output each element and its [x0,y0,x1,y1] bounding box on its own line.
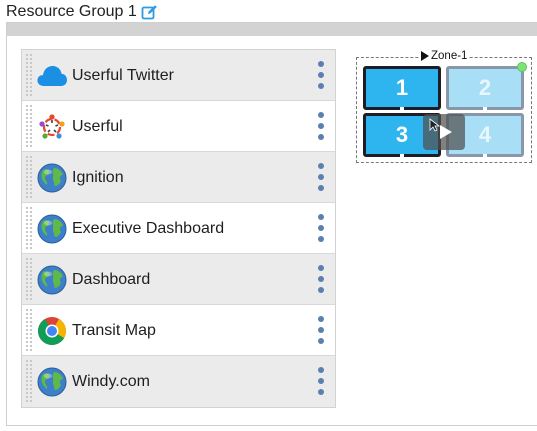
drag-handle-icon[interactable] [25,257,33,301]
more-options-icon[interactable] [315,265,327,293]
resource-group-header: Resource Group 1 [6,2,158,22]
play-icon [439,125,452,139]
panel-top-bar [7,23,537,36]
zone-1-preview[interactable]: Zone-1 1 2 3 4 [356,49,532,163]
list-item[interactable]: Dashboard [22,254,335,305]
list-item[interactable]: Transit Map [22,305,335,356]
zone-name: Zone-1 [431,50,468,62]
drag-handle-icon[interactable] [25,206,33,250]
cursor-icon [429,118,441,132]
drag-handle-icon[interactable] [25,155,33,199]
display-screen-2[interactable]: 2 [446,66,524,110]
drag-handle-icon[interactable] [25,359,33,404]
list-item[interactable]: Windy.com [22,356,335,407]
app-label: Userful Twitter [72,66,174,84]
list-item[interactable]: Ignition [22,152,335,203]
app-label: Windy.com [72,372,150,390]
app-label: Executive Dashboard [72,219,225,237]
drag-handle-icon[interactable] [25,308,33,352]
resource-group-panel: Userful Twitter Userful Ignition Executi… [6,22,537,426]
resource-group-title: Resource Group 1 [6,3,137,20]
app-list: Userful Twitter Userful Ignition Executi… [21,49,336,408]
screen-number: 1 [395,75,409,100]
zone-label[interactable]: Zone-1 [419,49,470,63]
status-indicator [517,62,527,72]
globe-icon [36,162,68,194]
app-label: Dashboard [72,270,151,288]
screen-number: 4 [478,122,492,147]
drag-handle-icon[interactable] [25,53,33,97]
more-options-icon[interactable] [315,316,327,344]
chrome-icon [36,315,68,347]
more-options-icon[interactable] [315,163,327,191]
globe-icon [36,366,68,398]
more-options-icon[interactable] [315,61,327,89]
screen-number: 2 [478,75,492,100]
list-item[interactable]: Userful Twitter [22,50,335,101]
more-options-icon[interactable] [315,112,327,140]
globe-icon [36,264,68,296]
app-label: Ignition [72,168,124,186]
list-item[interactable]: Userful [22,101,335,152]
more-options-icon[interactable] [315,367,327,395]
list-item[interactable]: Executive Dashboard [22,203,335,254]
app-label: Userful [72,117,123,135]
globe-icon [36,213,68,245]
more-options-icon[interactable] [315,214,327,242]
edit-icon[interactable] [141,4,158,21]
display-screen-1[interactable]: 1 [363,66,441,110]
screen-number: 3 [395,122,409,147]
drag-handle-icon[interactable] [25,104,33,148]
play-arrow-icon [421,51,429,61]
app-label: Transit Map [72,321,156,339]
cloud-icon [36,60,68,92]
userful-logo-icon [36,111,68,143]
